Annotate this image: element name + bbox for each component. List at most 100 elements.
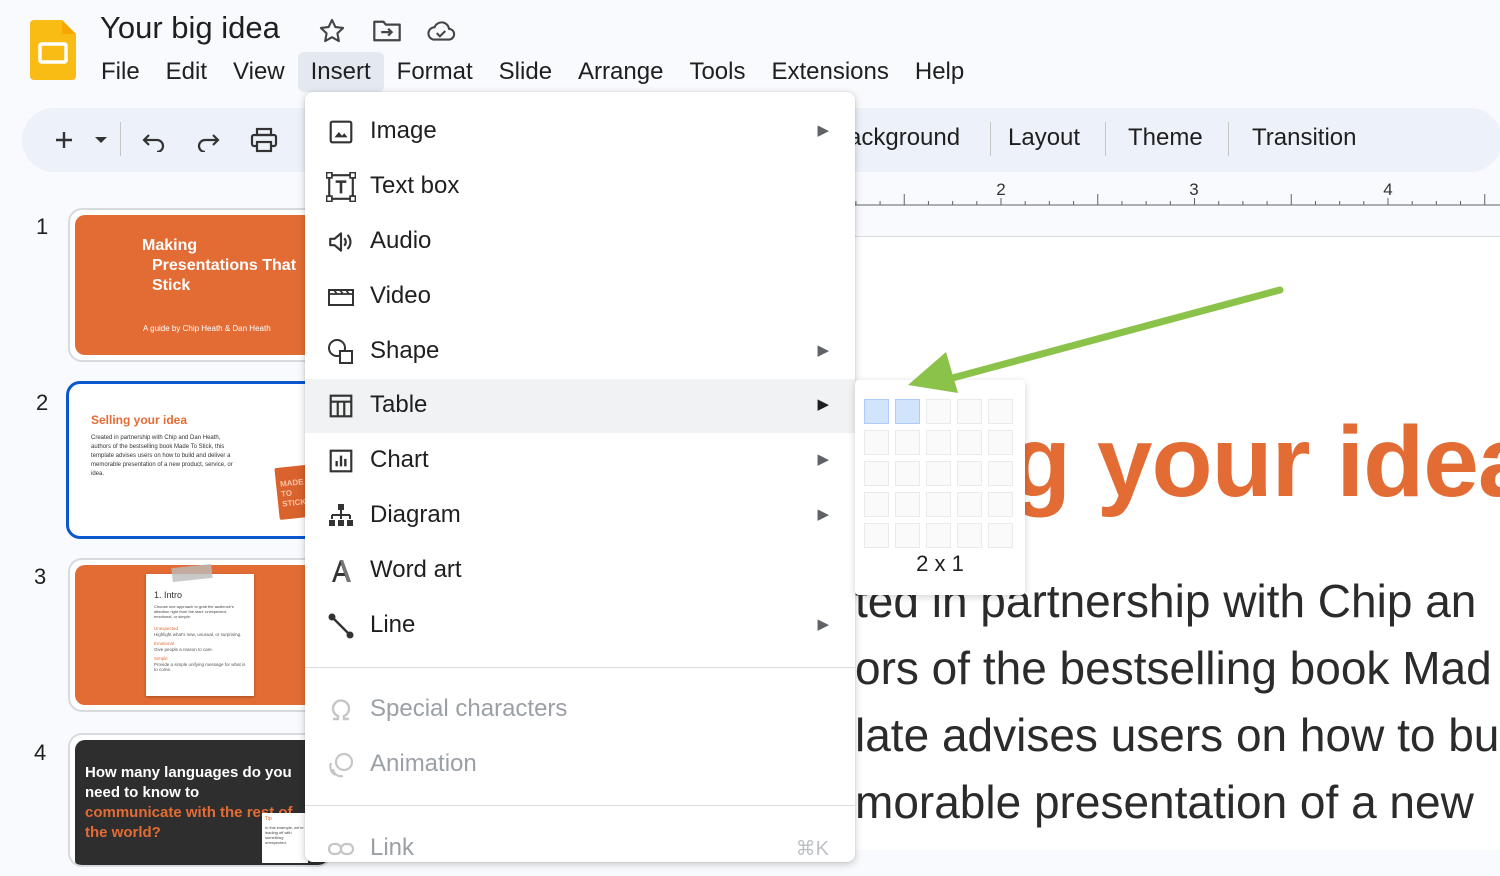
- menu-item-label: Animation: [370, 750, 477, 777]
- slide-number: 2: [36, 390, 49, 415]
- table-grid-cell[interactable]: [957, 430, 982, 455]
- table-grid-cell[interactable]: [895, 399, 920, 424]
- card-intro: Choose one approach to grab the audience…: [154, 604, 234, 619]
- menu-item-label: Text box: [370, 172, 460, 199]
- slide-body-line[interactable]: ors of the bestselling book Mad: [855, 641, 1492, 695]
- menu-item-video[interactable]: Video: [305, 270, 855, 324]
- table-grid-cell[interactable]: [864, 399, 889, 424]
- card-heading: 1. Intro: [154, 590, 183, 600]
- table-grid-cell[interactable]: [957, 523, 982, 548]
- menu-item-audio[interactable]: Audio: [305, 215, 855, 269]
- menu-item-label: Special characters: [370, 695, 568, 722]
- slide-thumbnail-1[interactable]: Making Presentations That Stick A guide …: [68, 208, 332, 362]
- ruler-label: 4: [1383, 180, 1392, 199]
- print-icon[interactable]: [246, 122, 282, 158]
- table-grid-cell[interactable]: [895, 492, 920, 517]
- layout-button[interactable]: Layout: [1008, 124, 1080, 152]
- table-grid-cell[interactable]: [926, 461, 951, 486]
- redo-icon[interactable]: [190, 122, 226, 158]
- tape-image: [171, 563, 213, 583]
- slide-body-line[interactable]: late advises users on how to bu: [855, 708, 1499, 762]
- table-grid-cell[interactable]: [895, 461, 920, 486]
- menu-tools[interactable]: Tools: [676, 52, 758, 92]
- table-grid-cell[interactable]: [988, 461, 1013, 486]
- menu-insert[interactable]: Insert: [297, 52, 384, 92]
- menu-edit[interactable]: Edit: [153, 52, 220, 92]
- note-card: 1. Intro Choose one approach to grab the…: [146, 563, 254, 696]
- document-title[interactable]: Your big idea: [100, 10, 280, 46]
- card-point-text: Provide a simple unifying message for wh…: [154, 661, 246, 673]
- move-folder-icon[interactable]: [372, 16, 402, 46]
- slide-thumbnail-3[interactable]: 1. Intro Choose one approach to grab the…: [68, 558, 332, 712]
- theme-button[interactable]: Theme: [1128, 124, 1203, 152]
- undo-icon[interactable]: [136, 122, 172, 158]
- ruler-label: 3: [1189, 180, 1198, 199]
- menu-item-label: Audio: [370, 227, 432, 254]
- menu-item-shape[interactable]: Shape ▶: [305, 325, 855, 379]
- table-grid-cell[interactable]: [988, 492, 1013, 517]
- diagram-icon: [325, 501, 357, 531]
- menu-arrange[interactable]: Arrange: [565, 52, 676, 92]
- thumb-body: Created in partnership with Chip and Dan…: [91, 435, 233, 477]
- table-grid-cell[interactable]: [957, 492, 982, 517]
- table-grid-cell[interactable]: [988, 430, 1013, 455]
- menu-item-label: Line: [370, 611, 416, 638]
- table-grid-cell[interactable]: [926, 492, 951, 517]
- menu-item-label: Diagram: [370, 501, 461, 528]
- menu-file[interactable]: File: [88, 52, 153, 92]
- table-grid-cell[interactable]: [864, 492, 889, 517]
- transition-button[interactable]: Transition: [1252, 124, 1356, 152]
- table-grid-cell[interactable]: [864, 430, 889, 455]
- table-grid-cell[interactable]: [988, 399, 1013, 424]
- menu-item-label: Shape: [370, 337, 440, 364]
- table-grid-cell[interactable]: [926, 399, 951, 424]
- menu-item-special-characters: Special characters: [305, 683, 855, 737]
- menu-format[interactable]: Format: [384, 52, 486, 92]
- slide-thumbnail-2[interactable]: Selling your idea Created in partnership…: [66, 381, 332, 539]
- menu-item-line[interactable]: Line ▶: [305, 599, 855, 653]
- slide-thumbnail-4[interactable]: How many languages do you need to know t…: [68, 733, 332, 867]
- table-grid-cell[interactable]: [895, 523, 920, 548]
- submenu-arrow-icon: ▶: [817, 506, 829, 523]
- menu-item-word-art[interactable]: Word art: [305, 544, 855, 598]
- menu-item-label: Table: [370, 391, 428, 418]
- toolbar-divider: [120, 122, 121, 156]
- background-button[interactable]: ackground: [848, 124, 960, 152]
- new-slide-button[interactable]: [46, 122, 82, 158]
- table-grid-cell[interactable]: [895, 430, 920, 455]
- line-icon: [325, 611, 357, 641]
- menu-view[interactable]: View: [220, 52, 298, 92]
- menu-item-link: Link ⌘K: [305, 822, 855, 876]
- link-icon: [325, 834, 357, 864]
- menu-item-text-box[interactable]: Text box: [305, 160, 855, 214]
- table-grid-cell[interactable]: [957, 399, 982, 424]
- table-grid-cell[interactable]: [864, 461, 889, 486]
- slides-logo-icon[interactable]: [30, 20, 76, 80]
- keyboard-shortcut: ⌘K: [795, 838, 829, 860]
- menu-extensions[interactable]: Extensions: [758, 52, 901, 92]
- slide-title[interactable]: g your idea: [1010, 405, 1500, 520]
- table-grid-cell[interactable]: [926, 430, 951, 455]
- word-art-icon: [325, 556, 357, 586]
- table-grid-cell[interactable]: [988, 523, 1013, 548]
- submenu-arrow-icon: ▶: [817, 616, 829, 633]
- menu-item-diagram[interactable]: Diagram ▶: [305, 489, 855, 543]
- table-grid-cell[interactable]: [926, 523, 951, 548]
- cloud-saved-icon[interactable]: [426, 16, 456, 46]
- menu-item-image[interactable]: Image ▶: [305, 105, 855, 159]
- table-grid-cell[interactable]: [957, 461, 982, 486]
- menu-slide[interactable]: Slide: [486, 52, 565, 92]
- menu-help[interactable]: Help: [902, 52, 977, 92]
- menu-item-chart[interactable]: Chart ▶: [305, 434, 855, 488]
- card-point-text: Highlight what's new, unusual, or surpri…: [154, 631, 242, 637]
- submenu-arrow-icon: ▶: [817, 342, 829, 359]
- menu-item-table[interactable]: Table ▶: [305, 379, 855, 433]
- slide-body-line[interactable]: morable presentation of a new: [855, 775, 1474, 829]
- table-grid-cell[interactable]: [864, 523, 889, 548]
- thumb-subtitle: A guide by Chip Heath & Dan Heath: [143, 324, 271, 333]
- thumb-title-line: Making: [142, 237, 198, 254]
- submenu-arrow-icon: ▶: [817, 451, 829, 468]
- chart-icon: [325, 446, 357, 476]
- star-icon[interactable]: [317, 16, 347, 46]
- new-slide-dropdown-icon[interactable]: [86, 122, 116, 158]
